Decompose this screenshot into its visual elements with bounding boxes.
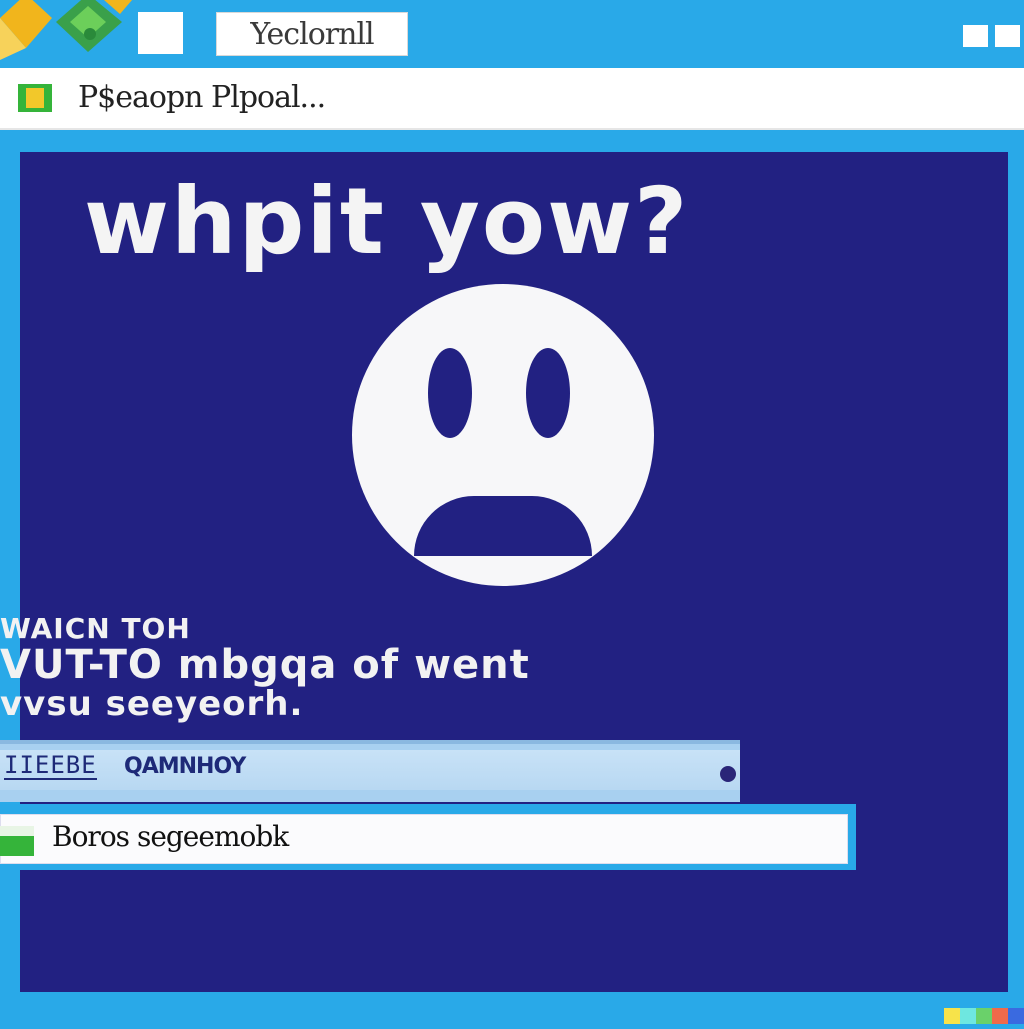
app-logo-icon [0,0,132,60]
close-button[interactable] [995,25,1020,47]
progress-handle[interactable] [720,766,736,782]
frown-mouth [414,496,592,556]
error-message-line-1: WAICN TOH [0,612,191,645]
folder-icon [18,84,52,112]
tab-placeholder[interactable] [138,12,183,54]
left-eye [428,348,472,438]
sad-face-icon [352,284,654,586]
title-bar: Yeclornll [0,0,1024,66]
error-message-line-3: vvsu seeyeorh. [0,684,304,724]
minimize-button[interactable] [963,25,988,47]
panel-right-border [1008,150,1024,1024]
error-headline: whpit yow? [84,168,690,275]
panel-left-border [0,150,20,1024]
color-strip [944,1008,1024,1024]
window-title: Yeclornll [216,12,408,56]
green-square-icon [0,826,34,856]
progress-code: IIEEBE [4,751,97,780]
path-text: P$eaopn Plpoal... [78,80,326,115]
error-message-line-2: VUT-TO mbgqa of went [0,642,530,688]
progress-track [0,750,740,790]
action-text: Boros segeemobk [52,820,289,853]
progress-bar: IIEEBE QAMNHOY [0,740,740,802]
right-eye [526,348,570,438]
progress-label: QAMNHOY [124,754,246,779]
